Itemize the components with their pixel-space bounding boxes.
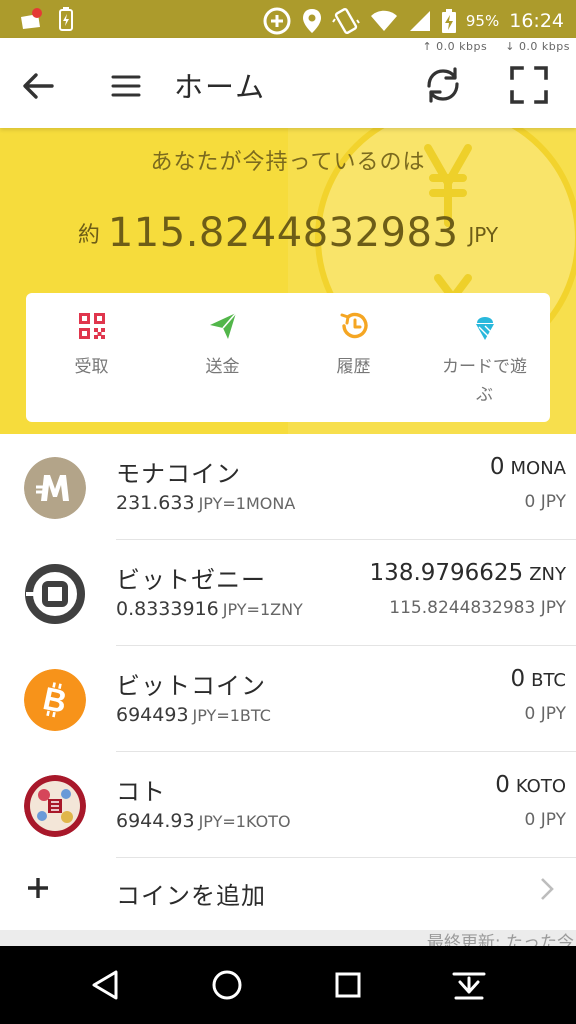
page-title: ホーム (174, 70, 267, 104)
coin-row-bitcoin[interactable]: B ビットコイン 694493 JPY=1BTC 0 BTC 0 JPY (0, 646, 576, 752)
coin-rate: 0.8333916 JPY=1ZNY (116, 598, 303, 620)
notification-icon (21, 8, 42, 29)
download-arrow-icon: ↓ (505, 40, 515, 53)
coin-rate-unit: JPY=1MONA (198, 494, 296, 513)
history-icon (340, 312, 368, 339)
last-updated-text: 最終更新: たった今 (426, 933, 574, 946)
net-speed-up: 0.0 kbps (436, 40, 488, 53)
qr-code-icon (78, 313, 105, 339)
notification-pull-icon[interactable] (448, 964, 490, 1006)
qr-scan-icon[interactable] (508, 64, 550, 106)
data-saver-icon (263, 7, 291, 35)
back-arrow-icon[interactable] (18, 66, 58, 106)
coin-balance-amount: 0 (489, 454, 505, 480)
total-balance-value: 115.8244832983 (107, 210, 459, 256)
app-bar: ↑ 0.0 kbps ↓ 0.0 kbps ホーム (0, 38, 576, 128)
action-card: 受取 送金 履歴 カードで遊ぶ (26, 293, 550, 422)
battery-charging-icon (441, 9, 456, 33)
status-bar: 95% 16:24 (0, 0, 576, 38)
coin-balance: 0 MONA (490, 454, 566, 480)
net-speed-down: 0.0 kbps (518, 40, 570, 53)
coin-row-bitzeny[interactable]: ビットゼニー 0.8333916 JPY=1ZNY 138.9796625 ZNY … (0, 540, 576, 646)
coin-rate: 6944.93 JPY=1KOTO (116, 810, 291, 832)
balance-caption: あなたが今持っているのは (150, 150, 426, 175)
system-nav-bar (0, 946, 576, 1024)
coin-rate-value: 6944.93 (116, 810, 195, 832)
coin-balance: 0 BTC (511, 666, 567, 692)
coin-balance-amount: 0 (510, 666, 526, 692)
coin-list: モナコイン 231.633 JPY=1MONA 0 MONA 0 JPY ビットゼニ… (0, 434, 576, 932)
coin-rate-value: 231.633 (116, 492, 195, 514)
monacoin-logo (24, 457, 86, 519)
add-coin-label: コインを追加 (116, 882, 266, 910)
coin-rate-value: 0.8333916 (116, 598, 219, 620)
coin-symbol: MONA (510, 458, 566, 479)
coin-jpy-value: 0 JPY (524, 492, 567, 512)
play-with-card-label: カードで遊ぶ (442, 357, 527, 405)
coin-name: ビットコイン (116, 672, 266, 700)
coin-row-koto[interactable]: コト 6944.93 JPY=1KOTO 0 KOTO 0 JPY (0, 752, 576, 858)
coin-rate-unit: JPY=1ZNY (222, 600, 303, 619)
coin-rate-value: 694493 (116, 704, 189, 726)
coin-balance: 0 KOTO (495, 772, 566, 798)
net-speed-indicator: ↑ 0.0 kbps ↓ 0.0 kbps (422, 40, 570, 53)
back-triangle-icon[interactable] (84, 964, 126, 1006)
refresh-icon[interactable] (420, 62, 466, 108)
coin-name: ビットゼニー (116, 566, 266, 594)
battery-saver-icon (59, 7, 73, 31)
vibrate-icon (332, 8, 360, 34)
battery-percent: 95% (465, 12, 500, 30)
coin-jpy-value: 0 JPY (524, 810, 567, 830)
coin-symbol: KOTO (515, 776, 566, 797)
total-balance: 約 115.8244832983 JPY (0, 210, 576, 256)
koto-logo (24, 775, 86, 837)
plus-icon (28, 878, 48, 898)
history-label: 履歴 (336, 357, 371, 377)
coin-rate-unit: JPY=1BTC (192, 706, 271, 725)
send-button[interactable]: 送金 (157, 293, 288, 422)
wifi-icon (370, 10, 397, 31)
bitcoin-logo: B (24, 669, 86, 731)
receive-label: 受取 (74, 357, 109, 377)
coin-jpy-value: 115.8244832983 JPY (389, 598, 566, 618)
clock: 16:24 (509, 10, 564, 32)
approx-label: 約 (77, 223, 100, 248)
balance-summary: あなたが今持っているのは 約 115.8244832983 JPY 受取 送金 (0, 128, 576, 434)
coin-rate-unit: JPY=1KOTO (198, 812, 291, 831)
coin-symbol: ZNY (529, 564, 566, 585)
coin-row-monacoin[interactable]: モナコイン 231.633 JPY=1MONA 0 MONA 0 JPY (0, 434, 576, 540)
menu-icon[interactable] (106, 66, 146, 106)
coin-jpy-value: 0 JPY (524, 704, 567, 724)
send-label: 送金 (205, 357, 240, 377)
coin-rate: 694493 JPY=1BTC (116, 704, 271, 726)
coin-rate: 231.633 JPY=1MONA (116, 492, 295, 514)
history-button[interactable]: 履歴 (288, 293, 419, 422)
chevron-right-icon (541, 878, 554, 900)
bitzeny-logo (24, 563, 86, 625)
coin-name: モナコイン (116, 460, 241, 488)
coin-balance-amount: 0 (495, 772, 510, 798)
upload-arrow-icon: ↑ (422, 40, 433, 53)
send-icon (209, 312, 237, 339)
coin-balance: 138.9796625 ZNY (370, 560, 566, 586)
coin-symbol: BTC (531, 670, 566, 691)
coin-name: コト (116, 778, 166, 806)
home-circle-icon[interactable] (206, 964, 248, 1006)
signal-icon (409, 11, 430, 31)
location-icon (302, 9, 321, 33)
add-coin-button[interactable]: コインを追加 (0, 858, 576, 932)
play-with-card-button[interactable]: カードで遊ぶ (419, 293, 550, 422)
coin-balance-amount: 138.9796625 (369, 560, 524, 586)
last-updated-bar: 最終更新: たった今 (0, 930, 576, 946)
ice-cream-icon (475, 317, 494, 340)
recents-square-icon[interactable] (327, 964, 369, 1006)
receive-button[interactable]: 受取 (26, 293, 157, 422)
total-balance-currency: JPY (468, 223, 499, 247)
